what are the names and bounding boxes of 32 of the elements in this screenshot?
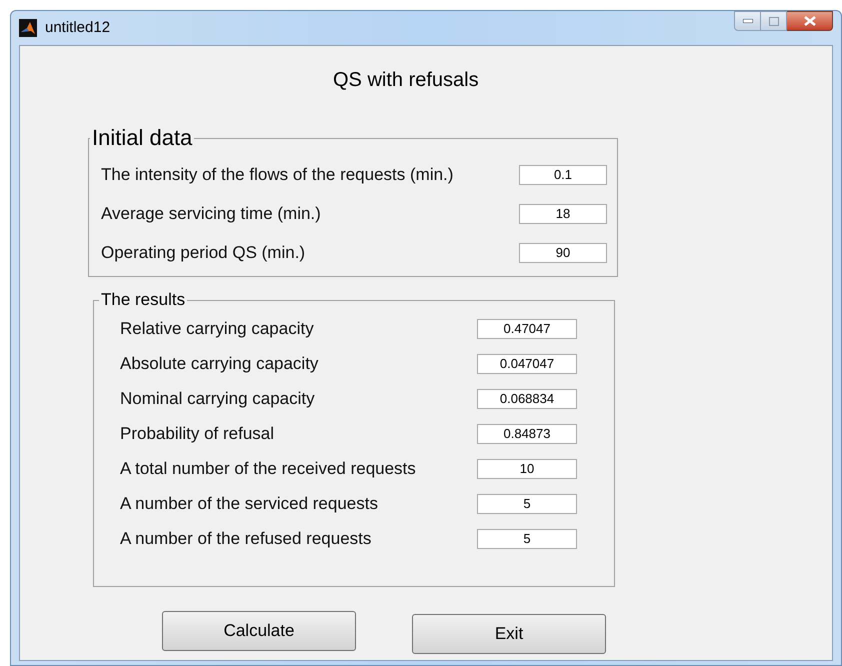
panel-title: The results (100, 290, 186, 310)
field-label: Nominal carrying capacity (120, 388, 315, 409)
field-label: Average servicing time (min.) (101, 203, 321, 224)
field-label: Absolute carrying capacity (120, 353, 318, 374)
value-field[interactable]: 0.84873 (477, 424, 577, 444)
close-icon (804, 16, 816, 26)
close-button[interactable] (787, 11, 833, 31)
panel-title: Initial data (91, 126, 194, 150)
maximize-icon (768, 16, 778, 26)
value-field[interactable]: 90 (519, 242, 607, 262)
field-label: A number of the serviced requests (120, 493, 378, 514)
value-field[interactable]: 10 (477, 458, 577, 478)
minimize-button[interactable] (734, 11, 761, 31)
minimize-icon (742, 19, 752, 23)
action-button[interactable]: Exit (412, 614, 606, 654)
value-field[interactable]: 0.47047 (477, 318, 577, 338)
field-label: Operating period QS (min.) (101, 242, 306, 263)
value-field[interactable]: 18 (519, 204, 607, 224)
value-field[interactable]: 5 (477, 494, 577, 514)
field-label: Relative carrying capacity (120, 318, 314, 339)
value-field[interactable]: 0.068834 (477, 388, 577, 408)
window-title: untitled12 (45, 18, 110, 38)
action-button[interactable]: Calculate (162, 611, 356, 651)
field-label: A total number of the received requests (120, 458, 416, 479)
value-field[interactable]: 0.1 (519, 164, 607, 184)
form-heading: QS with refusals (333, 68, 479, 93)
app-logo-icon (19, 19, 37, 37)
field-label: The intensity of the flows of the requests (min.) (101, 164, 454, 185)
field-label: A number of the refused requests (120, 528, 372, 549)
value-field[interactable]: 0.047047 (477, 354, 577, 374)
value-field[interactable]: 5 (477, 528, 577, 548)
field-label: Probability of refusal (120, 423, 274, 444)
